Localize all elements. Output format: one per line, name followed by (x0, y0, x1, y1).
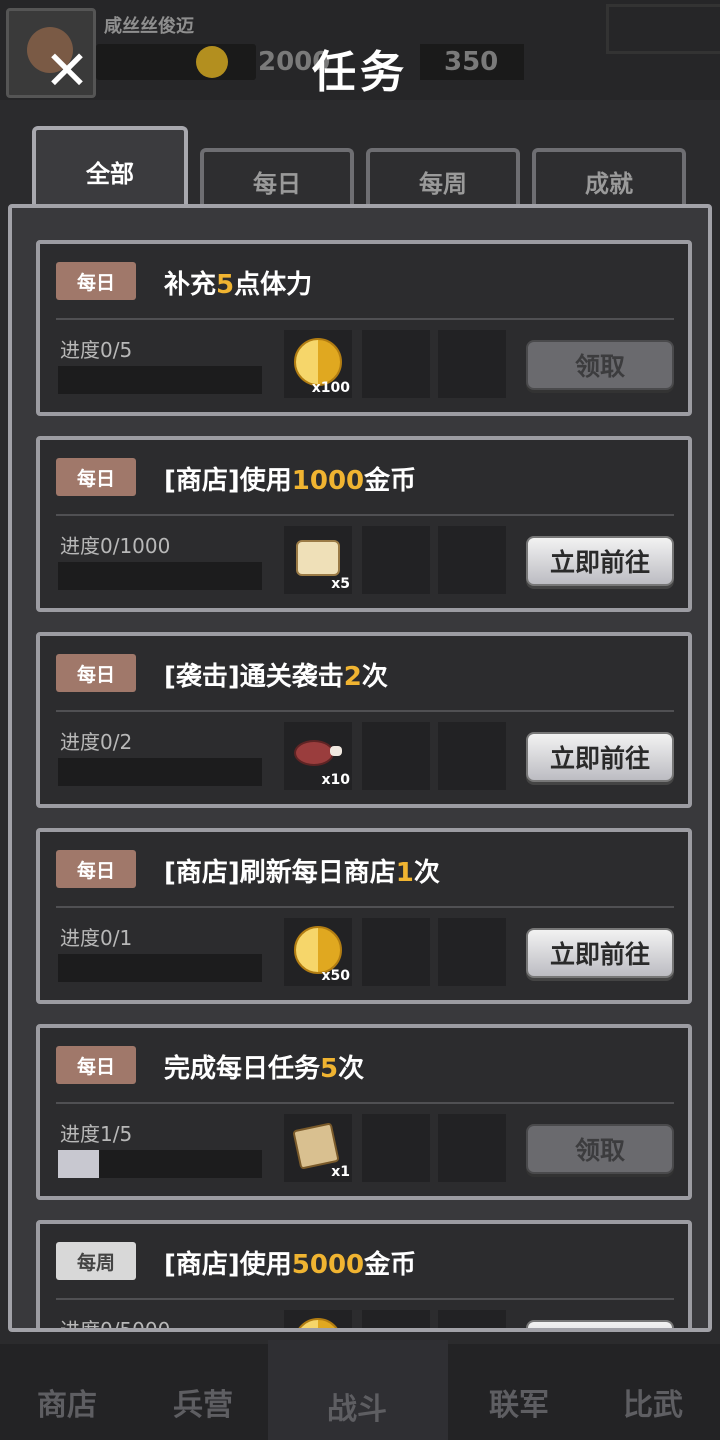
reward-slot-empty (362, 918, 430, 986)
tab-achievements[interactable]: 成就 (532, 148, 686, 210)
progress-label: 进度1/5 (60, 1122, 133, 1146)
task-badge: 每周 (56, 1242, 136, 1280)
progress-bar (58, 954, 262, 982)
divider (56, 1298, 674, 1300)
divider (56, 318, 674, 320)
reward-slot[interactable]: x100 (284, 330, 352, 398)
page-title: 任务 (312, 47, 408, 98)
reward-slot[interactable]: x10 (284, 722, 352, 790)
reward-slot-empty (438, 918, 506, 986)
nav-barracks[interactable]: 兵营 (138, 1380, 268, 1424)
reward-qty: x10 (321, 772, 350, 788)
reward-slot-empty (438, 526, 506, 594)
close-icon[interactable]: ✕ (40, 44, 94, 98)
reward-slot-empty (362, 330, 430, 398)
progress-label: 进度0/1000 (60, 534, 171, 558)
task-title: [袭击]通关袭击2次 (164, 662, 388, 692)
gold-coin-icon (294, 338, 342, 386)
progress-fill (58, 1150, 99, 1178)
task-list-panel[interactable]: 每日 补充5点体力 进度0/5 x100 领取 每日 [商店]使用1000金币 … (8, 204, 712, 1332)
tab-daily[interactable]: 每日 (200, 148, 354, 210)
task-badge: 每日 (56, 458, 136, 496)
divider (56, 710, 674, 712)
progress-bar (58, 366, 262, 394)
reward-qty: x50 (321, 968, 350, 984)
bone-icon (330, 746, 342, 756)
divider (56, 906, 674, 908)
claim-button[interactable]: 领取 (526, 1124, 674, 1174)
nav-alliance[interactable]: 联军 (454, 1380, 584, 1424)
progress-label: 进度0/2 (60, 730, 133, 754)
scroll-icon (296, 540, 340, 576)
task-card: 每日 完成每日任务5次 进度1/5 x1 领取 (36, 1024, 692, 1200)
task-badge: 每日 (56, 1046, 136, 1084)
progress-label: 进度0/1 (60, 926, 133, 950)
task-badge: 每日 (56, 850, 136, 888)
reward-qty: x100 (311, 380, 350, 396)
task-title: 补充5点体力 (164, 270, 313, 300)
reward-slot[interactable]: x1 (284, 1114, 352, 1182)
task-card: 每日 [商店]使用1000金币 进度0/1000 x5 立即前往 (36, 436, 692, 612)
task-card: 每日 [袭击]通关袭击2次 进度0/2 x10 立即前往 (36, 632, 692, 808)
claim-button[interactable]: 领取 (526, 340, 674, 390)
meat-icon (294, 740, 334, 766)
task-card: 每周 [商店]使用5000金币 进度0/5000 (36, 1220, 692, 1332)
gold-coin-icon (294, 1318, 342, 1328)
progress-label: 进度0/5 (60, 338, 133, 362)
progress-bar (58, 1150, 262, 1178)
task-title: [商店]刷新每日商店1次 (164, 858, 440, 888)
progress-bar (58, 758, 262, 786)
go-now-button[interactable] (526, 1320, 674, 1328)
task-title: 完成每日任务5次 (164, 1054, 365, 1084)
go-now-button[interactable]: 立即前往 (526, 928, 674, 978)
player-name: 咸丝丝俊迈 (104, 16, 194, 37)
task-card: 每日 [商店]刷新每日商店1次 进度0/1 x50 立即前往 (36, 828, 692, 1004)
task-title: [商店]使用1000金币 (164, 466, 417, 496)
reward-slot-empty (362, 1114, 430, 1182)
reward-slot-empty (362, 526, 430, 594)
reward-slot-empty (362, 1310, 430, 1328)
reward-qty: x1 (331, 1164, 350, 1180)
reward-slot-empty (438, 722, 506, 790)
reward-slot-empty (438, 1114, 506, 1182)
task-title: [商店]使用5000金币 (164, 1250, 417, 1280)
nav-arena[interactable]: 比武 (588, 1380, 718, 1424)
reward-slot-empty (362, 722, 430, 790)
reward-slot[interactable] (284, 1310, 352, 1328)
reward-slot[interactable]: x50 (284, 918, 352, 986)
divider (56, 1102, 674, 1104)
progress-bar (58, 562, 262, 590)
tab-all[interactable]: 全部 (32, 126, 188, 212)
reward-slot-empty (438, 1310, 506, 1328)
progress-label: 进度0/5000 (60, 1318, 171, 1332)
nav-shop[interactable]: 商店 (2, 1380, 132, 1424)
tab-weekly[interactable]: 每周 (366, 148, 520, 210)
gold-coin-icon (294, 926, 342, 974)
go-now-button[interactable]: 立即前往 (526, 732, 674, 782)
nav-battle[interactable]: 战斗 (292, 1384, 422, 1428)
reward-qty: x5 (331, 576, 350, 592)
task-badge: 每日 (56, 654, 136, 692)
divider (56, 514, 674, 516)
task-badge: 每日 (56, 262, 136, 300)
reward-slot-empty (438, 330, 506, 398)
go-now-button[interactable]: 立即前往 (526, 536, 674, 586)
task-card: 每日 补充5点体力 进度0/5 x100 领取 (36, 240, 692, 416)
book-icon (292, 1122, 340, 1170)
reward-slot[interactable]: x5 (284, 526, 352, 594)
